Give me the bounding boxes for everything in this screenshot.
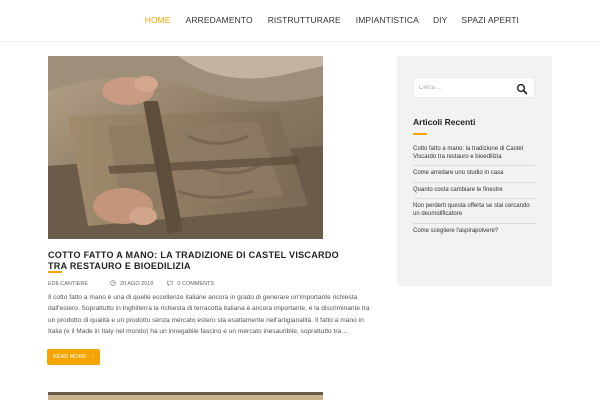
nav-item-diy[interactable]: DIY <box>433 15 447 25</box>
recent-post-link[interactable]: Come scegliere l'aspirapolvere? <box>413 224 535 240</box>
recent-post-link[interactable]: Non perderti questa offerta se stai cerc… <box>413 199 535 224</box>
title-accent-divider <box>48 271 62 273</box>
nav-item-arredamento[interactable]: ARREDAMENTO <box>186 15 253 25</box>
post-image-illustration <box>48 56 323 239</box>
recent-post-link[interactable]: Quanto costa cambiare le finestre <box>413 183 535 200</box>
read-more-button[interactable]: READ MORE › <box>47 349 100 365</box>
recent-posts-title: Articoli Recenti <box>413 117 476 127</box>
recent-posts-list: Cotto fatto a mano: la tradizione di Cas… <box>413 142 535 239</box>
recent-posts-accent-divider <box>413 133 427 135</box>
post-date-text: 20 AGO 2018 <box>120 281 154 287</box>
clock-icon <box>110 280 116 288</box>
sidebar: Articoli Recenti Cotto fatto a mano: la … <box>397 56 552 286</box>
next-post-image-top <box>48 392 323 395</box>
recent-post-link[interactable]: Come arredare uno studio in casa <box>413 166 535 183</box>
comment-icon <box>167 280 174 288</box>
site-header: HOME ARREDAMENTO RISTRUTTURARE IMPIANTIS… <box>0 0 600 42</box>
nav-item-spazi-aperti[interactable]: SPAZI APERTI <box>461 15 519 25</box>
post-meta: EDILCANTIERE 20 AGO 2018 0 COMMENTS <box>48 280 214 288</box>
post-date: 20 AGO 2018 <box>110 280 153 288</box>
chevron-right-icon: › <box>92 354 95 360</box>
search-icon[interactable] <box>516 82 528 95</box>
nav-item-home[interactable]: HOME <box>145 15 171 25</box>
next-post-image[interactable] <box>48 392 323 400</box>
recent-post-link[interactable]: Cotto fatto a mano: la tradizione di Cas… <box>413 142 535 167</box>
post-author[interactable]: EDILCANTIERE <box>48 281 88 287</box>
read-more-label: READ MORE <box>52 354 87 360</box>
search-form <box>413 77 535 98</box>
main-nav: HOME ARREDAMENTO RISTRUTTURARE IMPIANTIS… <box>145 15 519 25</box>
nav-item-impiantistica[interactable]: IMPIANTISTICA <box>356 15 419 25</box>
post-featured-image[interactable] <box>48 56 323 239</box>
post-excerpt: Il cotto fatto a mano è una di quelle ec… <box>48 294 370 335</box>
search-input[interactable] <box>419 82 514 94</box>
post-title[interactable]: COTTO FATTO A MANO: LA TRADIZIONE DI CAS… <box>48 250 348 272</box>
post-comments[interactable]: 0 COMMENTS <box>167 280 214 288</box>
post-comments-text: 0 COMMENTS <box>177 281 215 287</box>
nav-item-ristrutturare[interactable]: RISTRUTTURARE <box>268 15 341 25</box>
